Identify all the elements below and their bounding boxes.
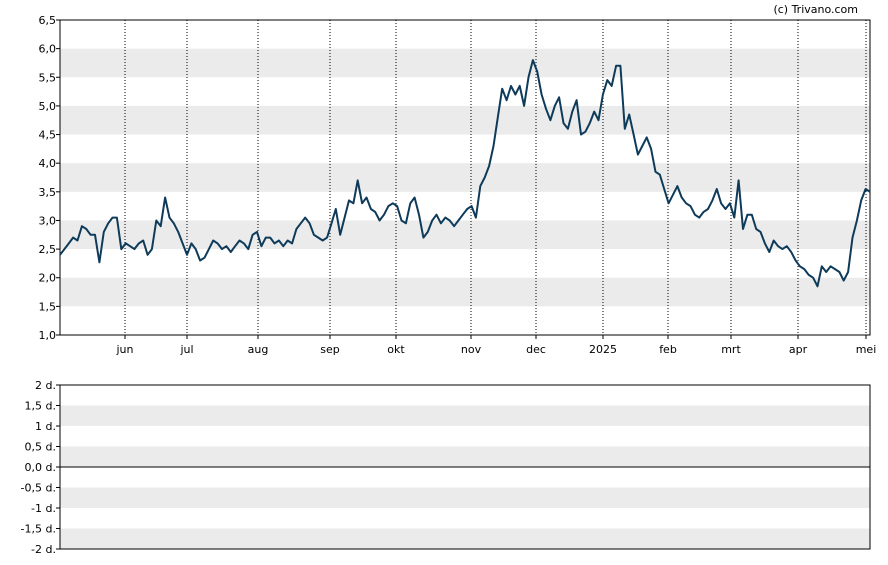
x-tick-label: feb [659, 343, 677, 356]
chart-root: 1,0 1,5 2,0 2,5 3,0 3,5 4,0 4,5 5,0 5,5 6,0 6,5 jun… [0, 0, 888, 565]
y-tick-label: -1 d. [31, 502, 56, 515]
y-tick-label: 5,5 [39, 71, 57, 84]
y-tick-label: 4,5 [39, 129, 57, 142]
y-tick-label: 3,0 [39, 214, 57, 227]
indicator-chart-bands [60, 405, 870, 549]
chart-canvas: 1,0 1,5 2,0 2,5 3,0 3,5 4,0 4,5 5,0 5,5 6,0 6,5 jun… [21, 3, 877, 556]
band [60, 487, 870, 508]
x-tick-label: sep [320, 343, 339, 356]
price-chart-x-ticks: jun jul aug sep okt nov dec 2025 feb mrt apr mei [116, 335, 877, 356]
y-tick-label: 1,0 [39, 329, 57, 342]
band [60, 528, 870, 549]
y-tick-label: 5,0 [39, 100, 57, 113]
y-tick-label: 0,5 d. [25, 441, 56, 454]
y-tick-label: 2 d. [35, 379, 56, 392]
band [60, 446, 870, 467]
y-tick-label: 1,5 [39, 300, 57, 313]
x-tick-label: jul [179, 343, 193, 356]
band [60, 405, 870, 426]
y-tick-label: 6,5 [39, 14, 57, 27]
x-tick-label: okt [387, 343, 405, 356]
price-chart-y-ticks: 1,0 1,5 2,0 2,5 3,0 3,5 4,0 4,5 5,0 5,5 6,0 6,5 [39, 14, 60, 342]
x-tick-label: jun [116, 343, 134, 356]
y-tick-label: 3,5 [39, 186, 57, 199]
y-tick-label: 2,5 [39, 243, 57, 256]
band [60, 220, 870, 250]
y-tick-label: 2,0 [39, 272, 57, 285]
band [60, 163, 870, 192]
price-chart-bands [60, 48, 870, 307]
x-tick-label: dec [526, 343, 546, 356]
y-tick-label: -1,5 d. [21, 523, 56, 536]
band [60, 277, 870, 307]
band [60, 48, 870, 78]
y-tick-label: 1,5 d. [25, 400, 56, 413]
x-tick-label: aug [248, 343, 269, 356]
copyright-label: (c) Trivano.com [773, 3, 858, 16]
band [60, 105, 870, 135]
y-tick-label: 0,0 d. [25, 461, 56, 474]
x-tick-label: mei [856, 343, 877, 356]
y-tick-label: -2 d. [31, 543, 56, 556]
y-tick-label: 1 d. [35, 420, 56, 433]
indicator-chart-y-ticks: 2 d. 1,5 d. 1 d. 0,5 d. 0,0 d. -0,5 d. -1 d. -1… [21, 379, 60, 556]
y-tick-label: 6,0 [39, 43, 57, 56]
y-tick-label: 4,0 [39, 157, 57, 170]
x-tick-label: mrt [721, 343, 741, 356]
x-tick-label: 2025 [589, 343, 617, 356]
x-tick-label: apr [789, 343, 808, 356]
x-tick-label: nov [461, 343, 482, 356]
y-tick-label: -0,5 d. [21, 482, 56, 495]
